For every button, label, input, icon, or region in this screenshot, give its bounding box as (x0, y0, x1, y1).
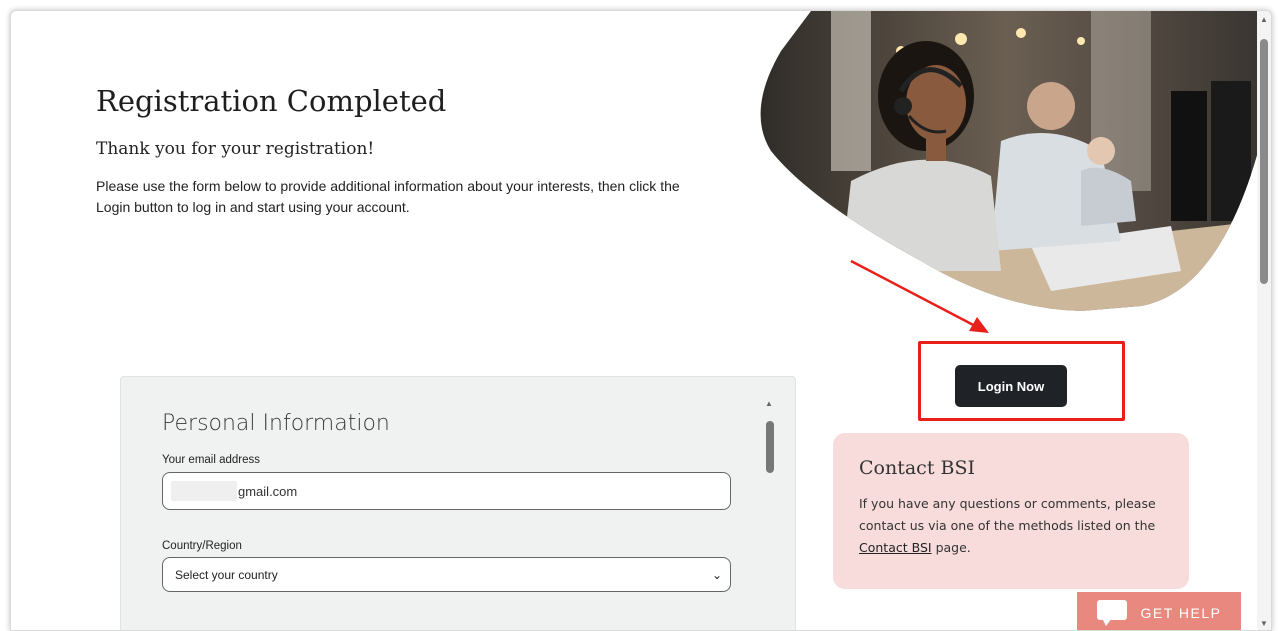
contact-card: Contact BSI If you have any questions or… (833, 433, 1189, 589)
page-scroll-up-icon[interactable]: ▲ (1260, 15, 1268, 24)
contact-title: Contact BSI (859, 457, 975, 479)
page-scrollbar[interactable]: ▲ ▼ (1257, 11, 1271, 630)
page-title: Registration Completed (96, 84, 447, 118)
chat-icon (1096, 600, 1127, 626)
form-title: Personal Information (162, 411, 390, 436)
country-select[interactable]: Select your country ⌄ (162, 557, 731, 592)
country-selected-value: Select your country (175, 567, 278, 582)
contact-text-after: page. (931, 540, 971, 555)
redacted-email-mask (171, 481, 237, 501)
login-now-button[interactable]: Login Now (955, 365, 1067, 407)
browser-frame: Registration Completed Thank you for you… (10, 10, 1272, 631)
form-scrollbar[interactable]: ▲ (764, 399, 776, 630)
personal-info-form: Personal Information Your email address … (120, 376, 796, 630)
page-scrollbar-thumb[interactable] (1260, 39, 1268, 284)
get-help-label: GET HELP (1140, 605, 1222, 621)
hero-image (760, 11, 1261, 311)
scroll-up-icon[interactable]: ▲ (765, 399, 773, 408)
contact-bsi-link[interactable]: Contact BSI (859, 540, 932, 555)
email-label: Your email address (162, 454, 261, 466)
form-scrollbar-thumb[interactable] (766, 421, 774, 473)
annotation-arrow (850, 259, 989, 333)
page-scroll-down-icon[interactable]: ▼ (1260, 619, 1268, 628)
get-help-button[interactable]: GET HELP (1077, 592, 1241, 630)
chevron-down-icon: ⌄ (711, 568, 722, 582)
email-value: gmail.com (238, 484, 298, 499)
email-field[interactable]: gmail.com (162, 472, 731, 510)
contact-text-before: If you have any questions or comments, p… (859, 496, 1156, 533)
contact-text: If you have any questions or comments, p… (859, 493, 1163, 559)
intro-text: Please use the form below to provide add… (96, 178, 680, 215)
country-label: Country/Region (162, 540, 242, 552)
thank-you-subtitle: Thank you for your registration! (96, 139, 375, 159)
